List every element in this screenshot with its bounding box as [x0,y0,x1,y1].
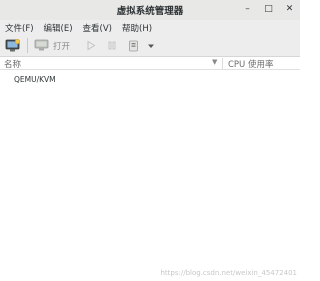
window-title: 虚拟系统管理器 [116,6,184,17]
list-item[interactable]: QEMU/KVM [14,75,56,84]
column-header: 名称 ▼ CPU 使用率 [0,57,300,70]
dropdown-arrow-icon [148,44,155,48]
menu-help[interactable]: 帮助(H) [121,22,153,34]
shutdown-icon [129,40,138,51]
close-button[interactable]: ✕ [283,3,296,16]
menu-edit[interactable]: 编辑(E) [43,22,74,34]
pause-button[interactable] [107,37,117,55]
watermark: https://blog.csdn.net/weixin_45472401 [160,269,297,277]
connection-list: QEMU/KVM [0,70,300,281]
run-button[interactable] [86,37,96,55]
column-divider [222,58,223,69]
toolbar: 打开 [0,35,300,57]
menu-bar: 文件(F) 编辑(E) 查看(V) 帮助(H) [0,20,300,35]
shutdown-button[interactable] [128,37,139,55]
menu-view[interactable]: 查看(V) [82,22,113,34]
sort-arrow-icon[interactable]: ▼ [212,58,217,66]
console-icon [34,39,49,51]
menu-file[interactable]: 文件(F) [4,22,35,34]
title-bar: 虚拟系统管理器 – □ ✕ [0,0,300,20]
open-label: 打开 [53,41,71,52]
new-vm-button[interactable] [5,37,21,55]
column-cpu-header[interactable]: CPU 使用率 [228,58,274,70]
new-vm-icon [5,38,21,51]
maximize-button[interactable]: □ [262,3,275,16]
play-icon [87,40,96,51]
shutdown-menu-button[interactable] [147,37,155,55]
column-name-header[interactable]: 名称 [4,58,21,70]
toolbar-separator [27,38,28,53]
open-button[interactable]: 打开 [34,37,70,55]
pause-icon [108,41,116,50]
window-controls: – □ ✕ [241,3,296,16]
minimize-button[interactable]: – [241,3,254,16]
